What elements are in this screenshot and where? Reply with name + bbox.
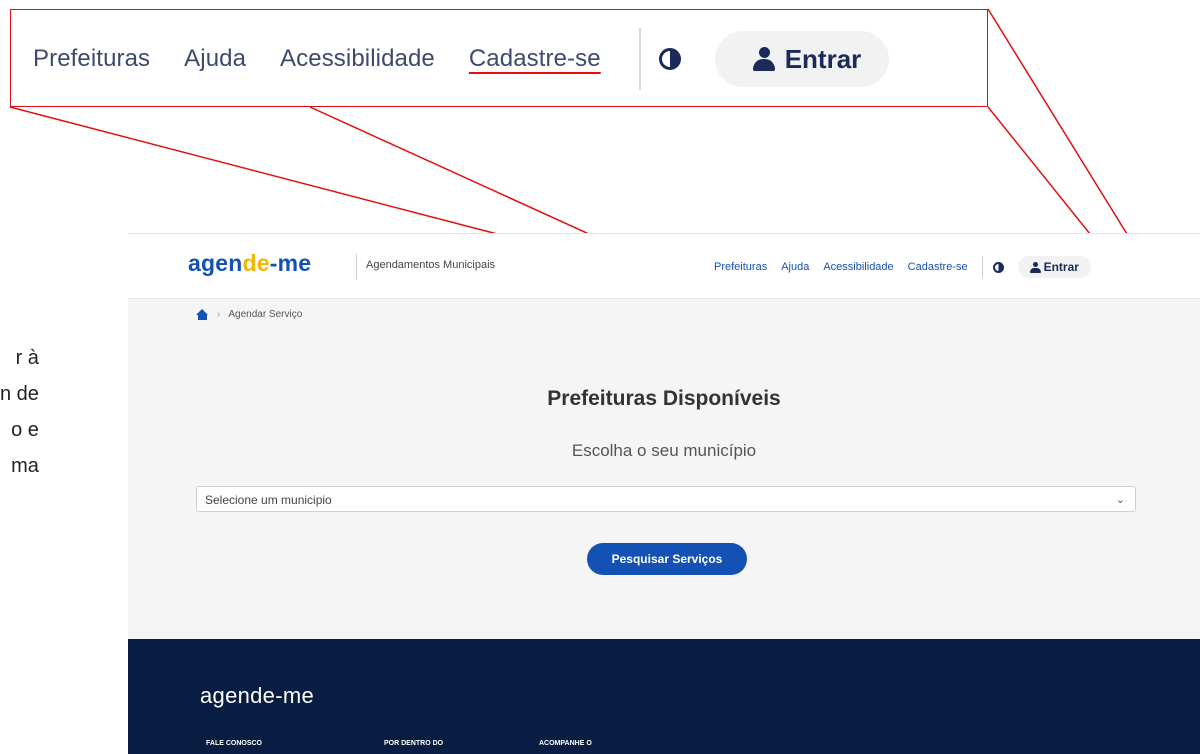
select-placeholder: Selecione um municipio [205,493,332,507]
fragment-line: o e [11,419,39,441]
nav-link-prefeituras[interactable]: Prefeituras [714,261,767,273]
zoom-divider [638,28,641,90]
home-icon[interactable] [196,309,209,320]
breadcrumb-current: Agendar Serviço [228,309,303,320]
fragment-line: n de [0,383,39,405]
page-title: Prefeituras Disponíveis [547,387,781,410]
fragment-line: r à [15,347,39,369]
zoom-link-acessibilidade[interactable]: Acessibilidade [280,45,435,73]
chevron-right-icon: › [217,309,221,320]
contrast-icon[interactable] [658,48,681,70]
contrast-toggle-icon[interactable] [992,261,1004,273]
zoom-link-ajuda[interactable]: Ajuda [184,45,246,73]
user-icon [752,47,775,71]
zoom-link-prefeituras[interactable]: Prefeituras [33,45,150,73]
zoom-login-button[interactable]: Entrar [714,31,890,87]
nav-divider [981,256,983,278]
municipality-select[interactable]: Selecione um municipio ⌄ [196,486,1136,512]
nav-link-ajuda[interactable]: Ajuda [781,261,809,273]
footer-column-heading: ACOMPANHE O [539,740,592,747]
user-icon [1029,261,1041,273]
footer-column-heading: FALE CONOSCO [206,740,263,747]
nav-link-cadastre-se[interactable]: Cadastre-se [908,261,968,273]
zoom-login-label: Entrar [784,43,862,74]
login-button[interactable]: Entrar [1017,256,1091,278]
left-text-fragment: r à n de o e ma [0,340,39,484]
chevron-down-icon: ⌄ [1115,494,1125,506]
search-services-button[interactable]: Pesquisar Serviços [587,543,747,575]
breadcrumb: › Agendar Serviço [196,309,302,320]
site-footer: agende-me FALE CONOSCO POR DENTRO DO ACO… [128,639,1200,754]
site-subtitle: Agendamentos Municipais [366,259,496,271]
zoom-link-cadastre-se[interactable]: Cadastre-se [469,45,601,73]
page-subtitle: Escolha o seu município [571,441,757,460]
nav-link-acessibilidade[interactable]: Acessibilidade [823,261,893,273]
zoom-callout: Prefeituras Ajuda Acessibilidade Cadastr… [10,9,988,107]
site-logo[interactable]: agende-me [188,250,311,277]
site-header: agende-me Agendamentos Municipais Prefei… [128,234,1200,299]
footer-logo: agende-me [200,683,314,708]
login-label: Entrar [1043,260,1079,274]
footer-column-heading: POR DENTRO DO [384,740,444,747]
logo-divider [356,254,357,280]
page-screenshot: agende-me Agendamentos Municipais Prefei… [128,233,1200,754]
header-nav: Prefeituras Ajuda Acessibilidade Cadastr… [714,256,1091,278]
zoom-nav: Prefeituras Ajuda Acessibilidade Cadastr… [33,10,890,108]
fragment-line: ma [11,455,39,477]
